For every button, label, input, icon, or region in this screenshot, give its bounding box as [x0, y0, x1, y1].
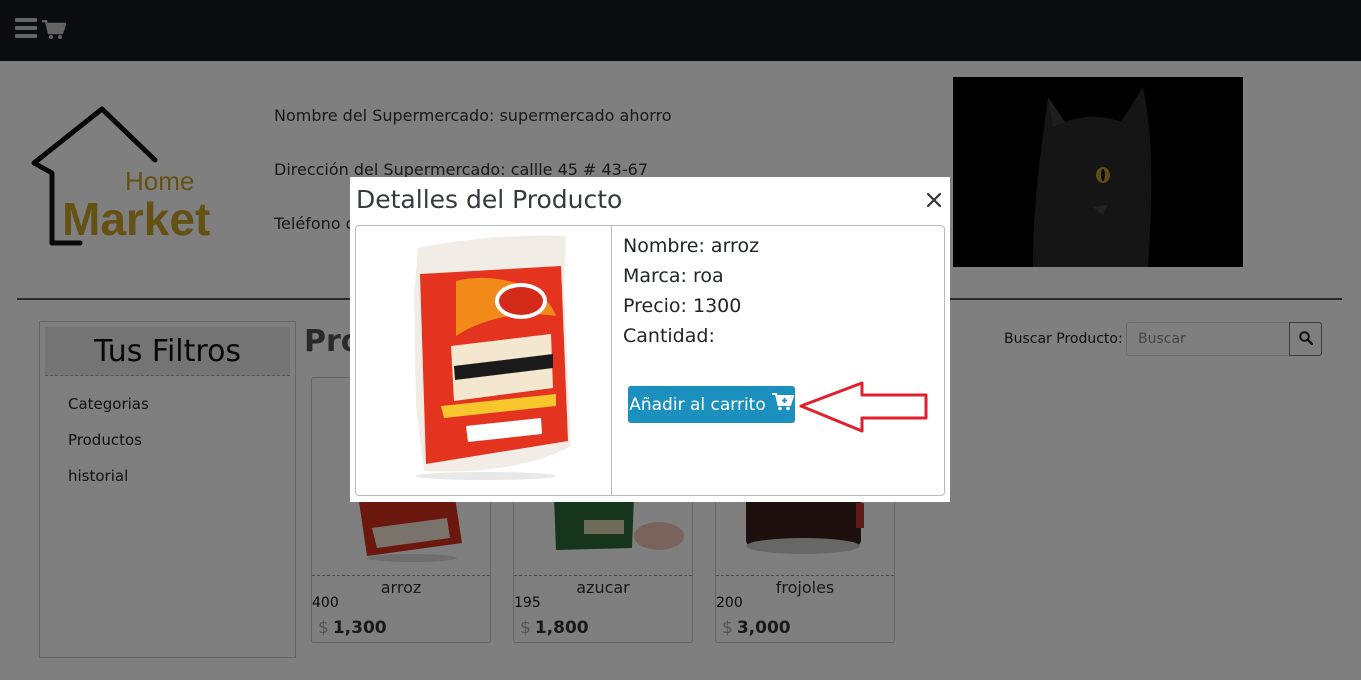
modal-body: Nombre: arroz Marca: roa Precio: 1300 Ca… [355, 225, 945, 496]
detail-price: Precio: 1300 [623, 295, 742, 317]
detail-name: Nombre: arroz [623, 235, 760, 257]
close-icon [926, 192, 942, 208]
product-image [356, 226, 612, 495]
modal-title: Detalles del Producto [356, 185, 623, 214]
close-button[interactable] [924, 190, 944, 214]
detail-quantity: Cantidad: [623, 325, 715, 347]
add-to-cart-button[interactable]: Añadir al carrito [628, 386, 795, 423]
detail-brand: Marca: roa [623, 265, 724, 287]
cart-plus-icon [771, 393, 795, 416]
annotation-arrow-icon [798, 380, 933, 440]
product-details-modal: Detalles del Producto Nombre: arroz Marc… [350, 177, 950, 502]
add-to-cart-label: Añadir al carrito [629, 394, 766, 415]
